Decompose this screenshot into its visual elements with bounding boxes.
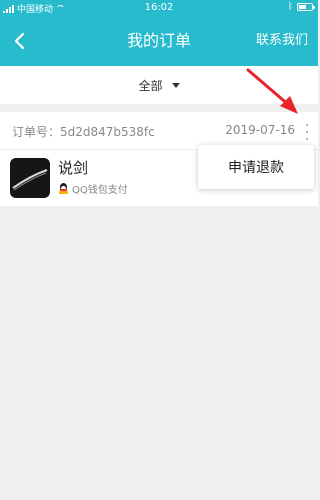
product-thumbnail — [10, 158, 50, 198]
bluetooth-icon: ᛒ — [287, 2, 293, 12]
red-arrow-icon — [246, 68, 298, 114]
status-bar: 中国移动 16:02 ᛒ — [0, 0, 318, 16]
product-name: 说剑 — [58, 159, 89, 177]
order-number: 订单号：5d2d847b538fc — [12, 125, 155, 139]
payment-method: QQ钱包支付 — [58, 181, 128, 196]
status-right: ᛒ — [287, 2, 315, 12]
refund-menu-item[interactable]: 申请退款 — [228, 157, 284, 177]
battery-level — [299, 5, 306, 9]
sword-image — [12, 169, 48, 191]
contact-us-button[interactable]: 联系我们 — [256, 30, 308, 52]
order-date: 2019-07-16 — [225, 123, 295, 137]
filter-label: 全部 — [138, 78, 163, 93]
payment-label: QQ钱包支付 — [72, 185, 128, 196]
more-options-icon[interactable] — [304, 124, 310, 140]
caret-down-icon — [171, 83, 180, 88]
header: 中国移动 16:02 ᛒ 我的订单 联系我们 — [0, 0, 318, 66]
status-time: 16:02 — [144, 2, 174, 13]
qq-penguin-icon — [58, 182, 69, 195]
annotation-arrow — [246, 66, 304, 122]
battery-icon — [297, 3, 315, 11]
popup-menu: 申请退款 — [198, 145, 314, 189]
